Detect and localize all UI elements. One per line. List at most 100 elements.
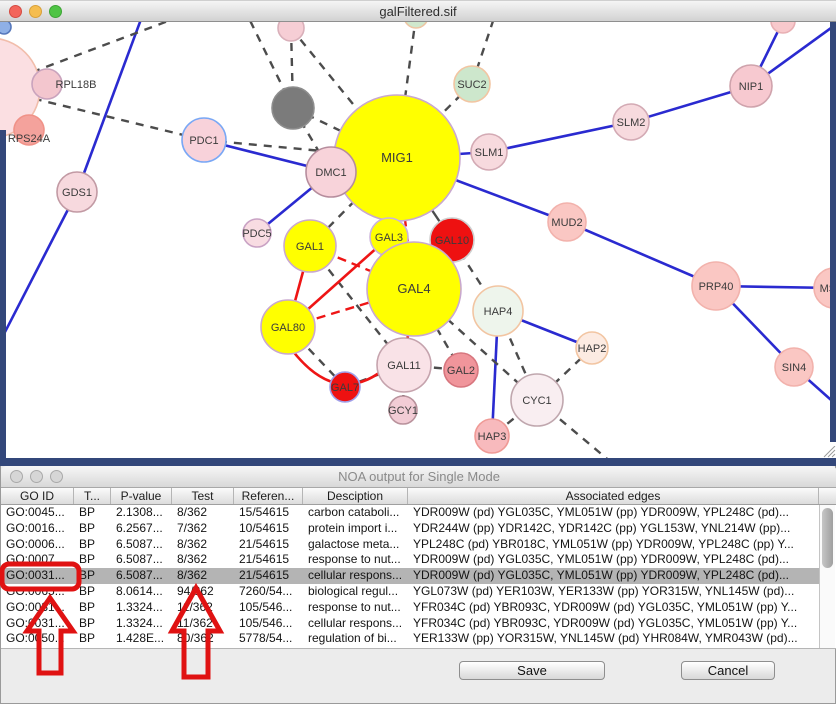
vertical-scrollbar[interactable] [819,505,835,648]
cancel-button[interactable]: Cancel [681,661,775,680]
table-cell: GO:0031... [1,568,74,584]
node-label-NIP1: NIP1 [739,81,763,93]
node-label-MUD2: MUD2 [551,217,582,229]
table-cell: BP [74,568,111,584]
table-cell: 6.5087... [111,537,172,553]
save-button[interactable]: Save [459,661,605,680]
column-header-p-value[interactable]: P-value [111,488,172,504]
node-label-PDC1: PDC1 [189,135,218,147]
table-cell: GO:0007... [1,552,74,568]
table-cell: YFR034C (pd) YBR093C, YDR009W (pd) YGL03… [408,616,819,632]
table-cell: BP [74,505,111,521]
table-cell: 11/362 [172,600,234,616]
table-cell: BP [74,537,111,553]
column-header-t-[interactable]: T... [74,488,111,504]
table-cell: BP [74,631,111,647]
table-row[interactable]: GO:0016...BP6.2567...7/36210/54615protei… [1,521,819,537]
node-label-PDC5: PDC5 [242,228,271,240]
column-header-go-id[interactable]: GO ID [1,488,74,504]
node-label-MIG1: MIG1 [381,150,413,165]
table-cell: biological regul... [303,584,408,600]
table-cell: response to nut... [303,552,408,568]
view-frame-bottom [0,458,836,466]
table-cell: GO:0050... [1,631,74,647]
column-header-desciption[interactable]: Desciption [303,488,408,504]
resize-grip-icon[interactable] [822,446,836,458]
table-cell: cellular respons... [303,616,408,632]
node-label-GAL7: GAL7 [331,382,359,394]
table-cell: BP [74,584,111,600]
table-row[interactable]: GO:0031...BP1.3324...11/362105/546...cel… [1,616,819,632]
table-cell: GO:0045... [1,505,74,521]
node-label-DMC1: DMC1 [315,167,346,179]
table-header-row: GO IDT...P-valueTestReferen...Desciption… [1,488,836,505]
table-cell: 105/546... [234,600,303,616]
table-row[interactable]: GO:0007...BP6.5087...8/36221/54615respon… [1,552,819,568]
table-cell: 6.5087... [111,552,172,568]
graph-window-title: galFiltered.sif [0,1,836,23]
table-cell: 8/362 [172,568,234,584]
table-row[interactable]: GO:0045...BP2.1308...8/36215/54615carbon… [1,505,819,521]
table-row[interactable]: GO:0050...BP1.428E...80/3625778/54...reg… [1,631,819,647]
table-row[interactable]: GO:0065...BP8.0614...94/3627260/54...bio… [1,584,819,600]
table-cell: BP [74,521,111,537]
node-label-GAL2: GAL2 [447,365,475,377]
column-header-referen-[interactable]: Referen... [234,488,303,504]
table-cell: 8/362 [172,537,234,553]
table-cell: GO:0031... [1,616,74,632]
edge-blue[interactable] [489,122,631,152]
node-label-RPL18B: RPL18B [56,79,97,91]
node-greentop[interactable] [404,22,428,28]
table-cell: carbon cataboli... [303,505,408,521]
table-cell: YDR009W (pd) YGL035C, YML051W (pp) YDR00… [408,552,819,568]
network-canvas[interactable]: RPL18BRPS24AGDS1PDC1MIG1SUC2SLM1SLM2NIP1… [0,22,836,458]
column-header-test[interactable]: Test [172,488,234,504]
table-cell: 1.3324... [111,600,172,616]
table-cell: protein import i... [303,521,408,537]
table-row[interactable]: GO:0006...BP6.5087...8/36221/54615galact… [1,537,819,553]
table-cell: 2.1308... [111,505,172,521]
node-label-GAL3: GAL3 [375,232,403,244]
node-pinktop[interactable] [278,22,304,41]
noa-window-titlebar: NOA output for Single Mode [1,466,836,488]
table-row[interactable]: GO:0031...BP6.5087...8/36221/54615cellul… [1,568,819,584]
table-cell: YER133W (pp) YOR315W, YNL145W (pd) YHR08… [408,631,819,647]
table-cell: 21/54615 [234,552,303,568]
table-cell: YDR009W (pd) YGL035C, YML051W (pp) YDR00… [408,505,819,521]
edge-blue[interactable] [77,22,150,192]
table-cell: 94/362 [172,584,234,600]
node-gray[interactable] [272,87,314,129]
table-cell: cellular respons... [303,568,408,584]
table-cell: YGL073W (pd) YER103W, YER133W (pp) YOR31… [408,584,819,600]
noa-window-title: NOA output for Single Mode [1,466,836,487]
node-label-SUC2: SUC2 [457,79,486,91]
table-cell: YDR244W (pp) YDR142C, YDR142C (pp) YGL15… [408,521,819,537]
node-cornerdot[interactable] [0,22,11,34]
table-cell: GO:0006... [1,537,74,553]
node-pinktopright[interactable] [771,22,795,33]
table-cell: 8/362 [172,505,234,521]
node-label-GAL80: GAL80 [271,322,305,334]
node-label-PRP40: PRP40 [699,281,734,293]
network-graph: RPL18BRPS24AGDS1PDC1MIG1SUC2SLM1SLM2NIP1… [0,22,836,458]
table-cell: YDR009W (pd) YGL035C, YML051W (pp) YDR00… [408,568,819,584]
node-label-GCY1: GCY1 [388,405,418,417]
table-cell: 21/54615 [234,537,303,553]
table-cell: 105/546... [234,616,303,632]
table-row[interactable]: GO:0031...BP1.3324...11/362105/546...res… [1,600,819,616]
scrollbar-thumb[interactable] [822,508,833,568]
table-cell: 1.3324... [111,616,172,632]
node-label-GAL1: GAL1 [296,241,324,253]
view-frame-right [830,22,836,442]
node-label-GAL11: GAL11 [387,360,420,372]
table-cell: GO:0031... [1,600,74,616]
table-cell: 8.0614... [111,584,172,600]
column-header-associated-edges[interactable]: Associated edges [408,488,819,504]
graph-window-titlebar: galFiltered.sif [0,0,836,22]
edge-blue[interactable] [0,192,77,365]
node-label-CYC1: CYC1 [522,395,551,407]
node-label-RPS24A: RPS24A [8,133,51,145]
table-cell: regulation of bi... [303,631,408,647]
node-label-GDS1: GDS1 [62,187,92,199]
table-cell: 11/362 [172,616,234,632]
